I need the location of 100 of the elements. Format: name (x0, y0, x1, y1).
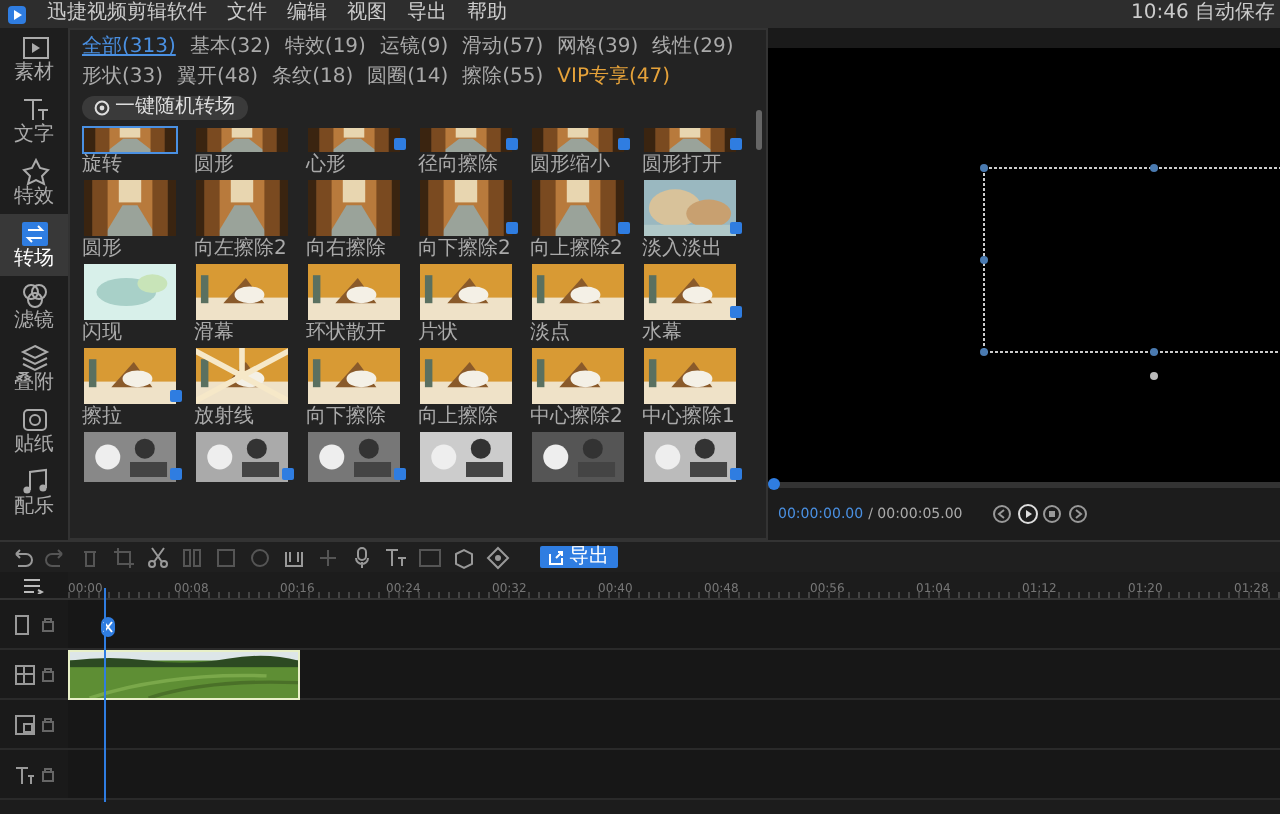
transition-label: 圆形打开 (642, 154, 724, 176)
transition-thumbnail[interactable] (194, 262, 290, 322)
transition-label: 擦拉 (82, 406, 124, 428)
sidebar-item[interactable]: 转场 (0, 214, 68, 276)
filter-tab[interactable]: VIP专享(47) (557, 66, 671, 90)
transition-label: 径向擦除 (418, 154, 500, 176)
transition-label: 水幕 (642, 322, 684, 344)
lock-icon[interactable] (41, 666, 54, 682)
export-button[interactable]: 导出 (540, 546, 617, 568)
transition-thumbnail[interactable] (82, 346, 178, 406)
transition-thumbnail[interactable] (530, 178, 626, 238)
progress-thumb[interactable] (768, 478, 780, 490)
transition-thumbnail[interactable] (82, 262, 178, 322)
menu-item[interactable]: 导出 (407, 2, 447, 26)
menu-item[interactable]: 帮助 (467, 2, 507, 26)
transition-thumbnail[interactable] (642, 262, 738, 322)
filter-tab[interactable]: 擦除(55) (462, 66, 544, 90)
transition-thumbnail[interactable] (642, 126, 738, 154)
sidebar-item[interactable]: 配乐 (0, 462, 68, 524)
filter-tab[interactable]: 滑动(57) (462, 36, 544, 60)
sidebar-item[interactable]: 叠附 (0, 338, 68, 400)
shuffle-icon (94, 100, 110, 116)
previous-frame-icon[interactable] (992, 504, 1013, 524)
transition-label: 心形 (306, 154, 348, 176)
star-icon (19, 158, 49, 186)
transition-thumbnail[interactable] (530, 346, 626, 406)
transition-label: 向下擦除 (306, 406, 388, 428)
lock-icon[interactable] (41, 716, 54, 732)
transition-thumbnail[interactable] (530, 430, 626, 484)
transition-thumbnail[interactable] (306, 126, 402, 154)
sticker-icon (19, 406, 49, 434)
transition-thumbnail[interactable] (306, 430, 402, 484)
transition-thumbnail[interactable] (306, 262, 402, 322)
scrollbar-thumb[interactable] (756, 110, 762, 150)
autosave-status: 10:46 自动保存 (1131, 2, 1275, 26)
lock-icon[interactable] (41, 616, 54, 632)
menu-item[interactable]: 编辑 (287, 2, 327, 26)
sidebar-item[interactable]: 滤镜 (0, 276, 68, 338)
transition-label: 向下擦除2 (418, 238, 513, 260)
transition-thumbnail[interactable] (418, 430, 514, 484)
filter-tab[interactable]: 全部(313) (82, 36, 176, 60)
transition-thumbnail[interactable] (306, 346, 402, 406)
play-icon[interactable] (1017, 504, 1038, 524)
transition-thumbnail[interactable] (530, 262, 626, 322)
lock-icon[interactable] (41, 766, 54, 782)
circles-icon (19, 282, 49, 310)
transition-icon (19, 220, 49, 248)
scissors-icon[interactable] (146, 545, 170, 569)
filter-tab[interactable]: 条纹(18) (272, 66, 354, 90)
filter-tab[interactable]: 基本(32) (189, 36, 271, 60)
sidebar-item[interactable]: 素材 (0, 28, 68, 90)
filter-tab[interactable]: 线性(29) (652, 36, 734, 60)
transition-thumbnail[interactable] (418, 346, 514, 406)
transition-thumbnail[interactable] (418, 262, 514, 322)
transition-thumbnail[interactable] (418, 178, 514, 238)
transition-label: 环状散开 (306, 322, 388, 344)
video-icon (19, 34, 49, 62)
transition-thumbnail[interactable] (82, 430, 178, 484)
sidebar-item[interactable]: 文字 (0, 90, 68, 152)
transition-thumbnail[interactable] (194, 178, 290, 238)
filter-tab[interactable]: 网格(39) (557, 36, 639, 60)
stop-icon[interactable] (1042, 504, 1063, 524)
transition-thumbnail[interactable] (82, 126, 178, 154)
transition-thumbnail[interactable] (642, 178, 738, 238)
transition-label: 向右擦除 (306, 238, 388, 260)
filter-tab[interactable]: 圆圈(14) (367, 66, 449, 90)
random-transition-button[interactable]: 一键随机转场 (82, 96, 247, 120)
undo-icon[interactable] (10, 545, 34, 569)
text-icon (19, 96, 49, 124)
filter-tab[interactable]: 翼开(48) (177, 66, 259, 90)
text-tool-icon[interactable] (384, 545, 408, 569)
transition-label: 向左擦除2 (194, 238, 289, 260)
transition-thumbnail[interactable] (530, 126, 626, 154)
sidebar-item[interactable]: 贴纸 (0, 400, 68, 462)
music-note-icon (19, 468, 49, 496)
filter-tab[interactable]: 形状(33) (82, 66, 164, 90)
overlay-track-icon[interactable] (14, 713, 37, 735)
transition-label: 滑幕 (194, 322, 236, 344)
video-track-icon[interactable] (14, 663, 37, 685)
text-track-icon[interactable] (14, 763, 37, 785)
transition-thumbnail[interactable] (418, 126, 514, 154)
transition-thumbnail[interactable] (642, 346, 738, 406)
export-icon (548, 549, 564, 565)
filter-tab[interactable]: 运镜(9) (379, 36, 449, 60)
transition-thumbnail[interactable] (306, 178, 402, 238)
diamond-icon[interactable] (486, 545, 510, 569)
transition-label: 放射线 (194, 406, 256, 428)
transition-thumbnail[interactable] (194, 430, 290, 484)
next-frame-icon[interactable] (1067, 504, 1088, 524)
transition-thumbnail[interactable] (642, 430, 738, 484)
menu-item[interactable]: 文件 (227, 2, 267, 26)
sidebar-item[interactable]: 特效 (0, 152, 68, 214)
transition-thumbnail[interactable] (194, 126, 290, 154)
transition-thumbnail[interactable] (82, 178, 178, 238)
cube-icon[interactable] (452, 545, 476, 569)
transition-label: 向上擦除 (418, 406, 500, 428)
filter-tab[interactable]: 特效(19) (284, 36, 366, 60)
track-list-icon[interactable] (24, 577, 44, 593)
microphone-icon[interactable] (350, 545, 374, 569)
menu-item[interactable]: 视图 (347, 2, 387, 26)
